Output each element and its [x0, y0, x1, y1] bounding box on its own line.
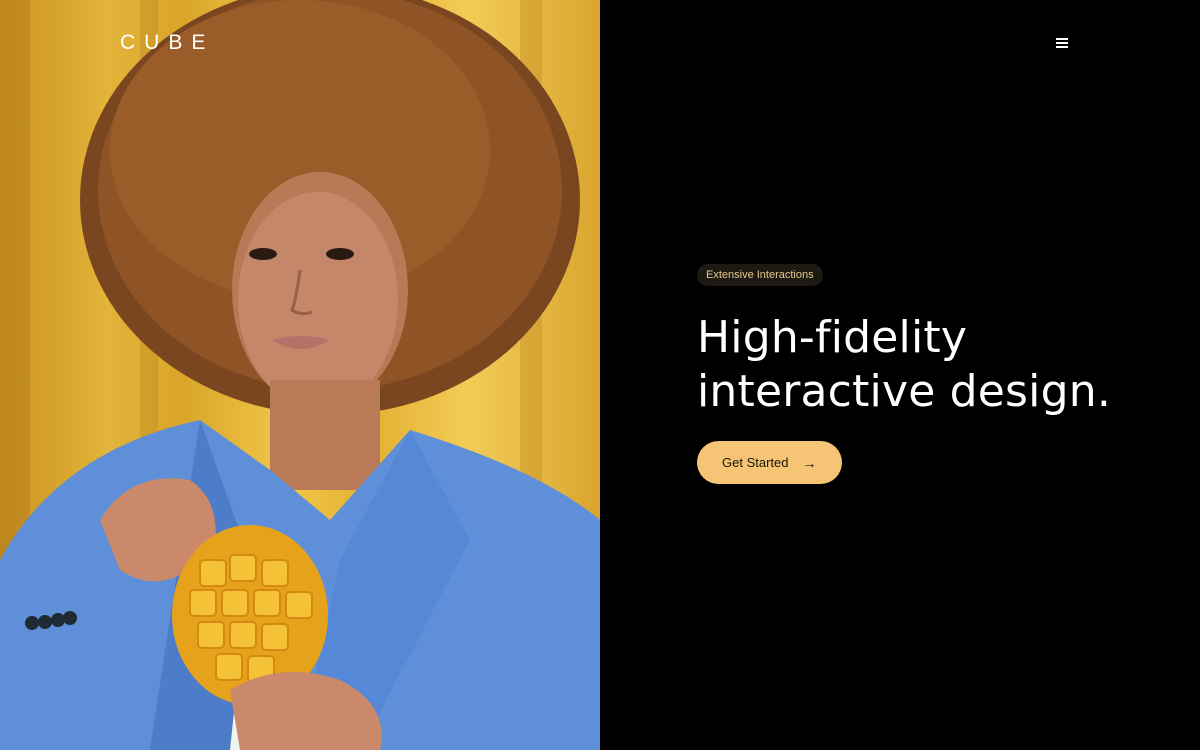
get-started-label: Get Started	[722, 455, 789, 470]
menu-line	[1056, 42, 1068, 44]
feature-tag: Extensive Interactions	[697, 264, 823, 286]
portrait-illustration	[0, 0, 600, 750]
hero-photo	[0, 0, 600, 750]
brand-logo[interactable]: CUBE	[120, 31, 214, 55]
hero-headline: High-fidelity interactive design.	[697, 311, 1157, 419]
menu-line	[1056, 38, 1068, 40]
hamburger-menu-icon[interactable]	[1052, 34, 1072, 52]
get-started-button[interactable]: Get Started →	[697, 441, 843, 484]
arrow-right-icon: →	[802, 454, 817, 471]
page: CUBE Extensive Interactions High-fidelit…	[0, 0, 1200, 750]
menu-line	[1056, 46, 1068, 48]
headline-line-2: interactive design.	[697, 366, 1112, 417]
headline-line-1: High-fidelity	[697, 312, 968, 363]
hero-content: Extensive Interactions High-fidelity int…	[697, 264, 1157, 484]
